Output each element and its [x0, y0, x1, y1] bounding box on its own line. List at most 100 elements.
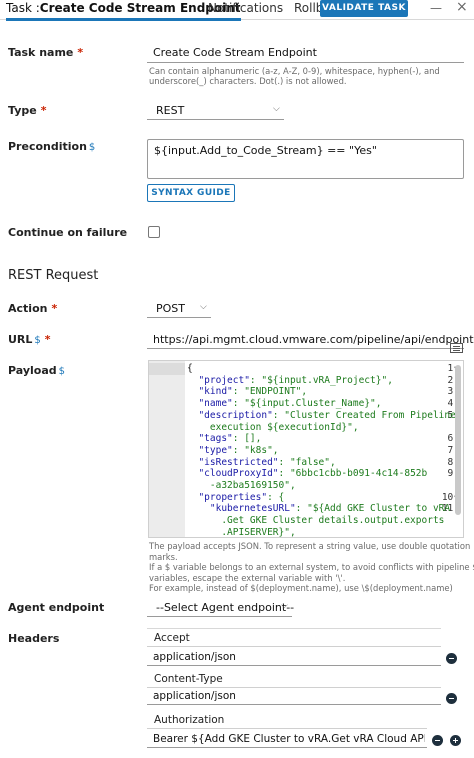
editor-scrollbar[interactable]	[455, 365, 461, 515]
continue-on-failure-label: Continue on failure	[8, 226, 128, 239]
code-line[interactable]: "isRestricted": "false",	[187, 456, 336, 468]
action-underline	[147, 317, 211, 318]
remove-header-icon[interactable]	[446, 653, 457, 664]
required-marker: *	[51, 302, 58, 315]
task-name-helper-line2: underscore(_) characters. Dot(.) is not …	[149, 76, 347, 86]
code-value: -a32ba5169150",	[187, 480, 296, 491]
variable-dollar-icon: $	[58, 366, 66, 377]
code-key: "project"	[187, 374, 250, 386]
url-label-text: URL	[8, 333, 33, 346]
chevron-down-icon[interactable]: ⌵	[281, 601, 288, 611]
header-key-accept[interactable]: Accept	[154, 632, 190, 644]
header-value-content-type[interactable]: application/json	[153, 690, 236, 702]
payload-helper-line3: If a $ variable belongs to an external s…	[149, 562, 474, 572]
chevron-down-icon[interactable]: ⌵	[200, 302, 207, 312]
syntax-guide-button[interactable]: SYNTAX GUIDE	[147, 184, 235, 202]
continue-on-failure-checkbox[interactable]	[148, 226, 160, 238]
precondition-label: Precondition $	[8, 140, 95, 153]
code-key: "isRestricted"	[187, 456, 279, 468]
task-name-label-text: Task name	[8, 46, 74, 59]
type-underline	[147, 119, 284, 120]
code-value: : "${input.Cluster_Name}",	[232, 398, 382, 410]
code-value: : [],	[232, 433, 262, 445]
minimize-icon[interactable]: —	[430, 1, 442, 15]
type-label: Type *	[8, 104, 46, 117]
header-key-content-type[interactable]: Content-Type	[154, 673, 223, 685]
code-line[interactable]: .Get GKE Cluster details.output.exports	[187, 515, 444, 526]
code-line[interactable]: "tags": [],	[187, 433, 261, 444]
rest-request-title: REST Request	[8, 268, 99, 283]
code-key: "name"	[187, 398, 233, 410]
code-key: "properties"	[187, 491, 268, 503]
required-marker: *	[77, 46, 84, 59]
code-value: : "Cluster Created From Pipeline	[272, 409, 456, 421]
code-line[interactable]: "kubernetesURL": "${Add GKE Cluster to v…	[187, 503, 450, 514]
validate-task-button[interactable]: VALIDATE TASK	[320, 0, 408, 17]
payload-helper-line5: For example, instead of $(deployment.nam…	[149, 583, 453, 593]
header-value-underline	[147, 665, 441, 666]
code-value: : "6bbc1cbb-b091-4c14-852b	[278, 468, 428, 480]
action-select[interactable]: POST	[156, 302, 185, 315]
type-label-text: Type	[8, 104, 37, 117]
code-line[interactable]: "description": "Cluster Created From Pip…	[187, 409, 456, 421]
code-line[interactable]: .APISERVER}",	[187, 526, 296, 538]
code-line[interactable]: "type": "k8s",	[187, 444, 279, 456]
task-name-underline	[147, 62, 464, 63]
header-value-accept[interactable]: application/json	[153, 651, 236, 663]
payload-code-editor[interactable]: 1▾ 2 3 4 5 6 7 8 9 10▾ 11 { "project": "${…	[148, 360, 464, 538]
url-input[interactable]: https://api.mgmt.cloud.vmware.com/pipeli…	[153, 333, 474, 346]
code-key: "cloudProxyId"	[187, 468, 279, 480]
code-line[interactable]: "cloudProxyId": "6bbc1cbb-b091-4c14-852b	[187, 468, 427, 479]
tab-notifications[interactable]: Notifications	[208, 1, 283, 19]
action-label-text: Action	[8, 302, 48, 315]
task-name-label: Task name *	[8, 46, 83, 59]
add-header-icon[interactable]	[450, 735, 461, 746]
payload-helper: The payload accepts JSON. To represent a…	[149, 541, 474, 594]
required-marker: *	[40, 104, 47, 117]
code-value: .APISERVER}",	[187, 526, 296, 538]
code-line[interactable]: "properties": {	[187, 492, 284, 503]
header-key-authorization[interactable]: Authorization	[154, 714, 224, 726]
code-value: : {	[267, 491, 285, 503]
editor-active-line	[149, 363, 185, 375]
code-line[interactable]: {	[187, 363, 193, 374]
code-line[interactable]: -a32ba5169150",	[187, 480, 296, 491]
chevron-down-icon[interactable]: ⌵	[273, 104, 280, 114]
agent-endpoint-select[interactable]: --Select Agent endpoint--	[156, 601, 294, 614]
code-value: : "${input.vRA_Project}",	[249, 374, 393, 386]
payload-helper-line4: variables, escape the external variable …	[149, 572, 346, 583]
type-select[interactable]: REST	[156, 104, 184, 117]
header-value-authorization[interactable]: Bearer ${Add GKE Cluster to vRA.Get vRA …	[153, 733, 425, 745]
required-marker: *	[44, 333, 51, 346]
code-line[interactable]: "kind": "ENDPOINT",	[187, 386, 307, 397]
code-key: "kind"	[187, 386, 233, 398]
expand-editor-icon[interactable]	[450, 343, 463, 353]
code-line[interactable]: "name": "${input.Cluster_Name}",	[187, 398, 381, 409]
agent-endpoint-underline	[147, 616, 292, 617]
editor-gutter	[149, 361, 185, 537]
tab-task-prefix: Task :	[6, 1, 40, 15]
tab-task[interactable]: Task :Create Code Stream Endpoint	[6, 1, 241, 21]
tab-bar: Task :Create Code Stream Endpoint Notifi…	[0, 0, 474, 21]
code-value: : "false",	[278, 456, 336, 468]
code-line[interactable]: "project": "${input.vRA_Project}",	[187, 374, 393, 386]
task-name-input[interactable]: Create Code Stream Endpoint	[153, 46, 317, 59]
precondition-textarea[interactable]: ${input.Add_to_Code_Stream} == "Yes"	[147, 139, 464, 179]
payload-label: Payload $	[8, 364, 65, 377]
code-value: : "k8s",	[232, 444, 279, 456]
header-key-underline	[147, 687, 441, 688]
headers-divider	[147, 628, 441, 629]
payload-helper-line1: The payload accepts JSON. To represent a…	[149, 541, 471, 551]
payload-label-text: Payload	[8, 364, 57, 377]
close-icon[interactable]: ×	[456, 0, 468, 15]
code-value: {	[187, 363, 193, 374]
remove-header-icon[interactable]	[446, 693, 457, 704]
header-key-underline	[147, 728, 427, 729]
header-key-underline	[147, 646, 441, 647]
agent-endpoint-label: Agent endpoint	[8, 601, 105, 614]
code-line[interactable]: execution ${executionId}",	[187, 422, 359, 433]
variable-dollar-icon: $	[34, 335, 41, 346]
header-value-underline	[147, 704, 441, 705]
code-key: "description"	[187, 409, 273, 421]
remove-header-icon[interactable]	[432, 735, 443, 746]
